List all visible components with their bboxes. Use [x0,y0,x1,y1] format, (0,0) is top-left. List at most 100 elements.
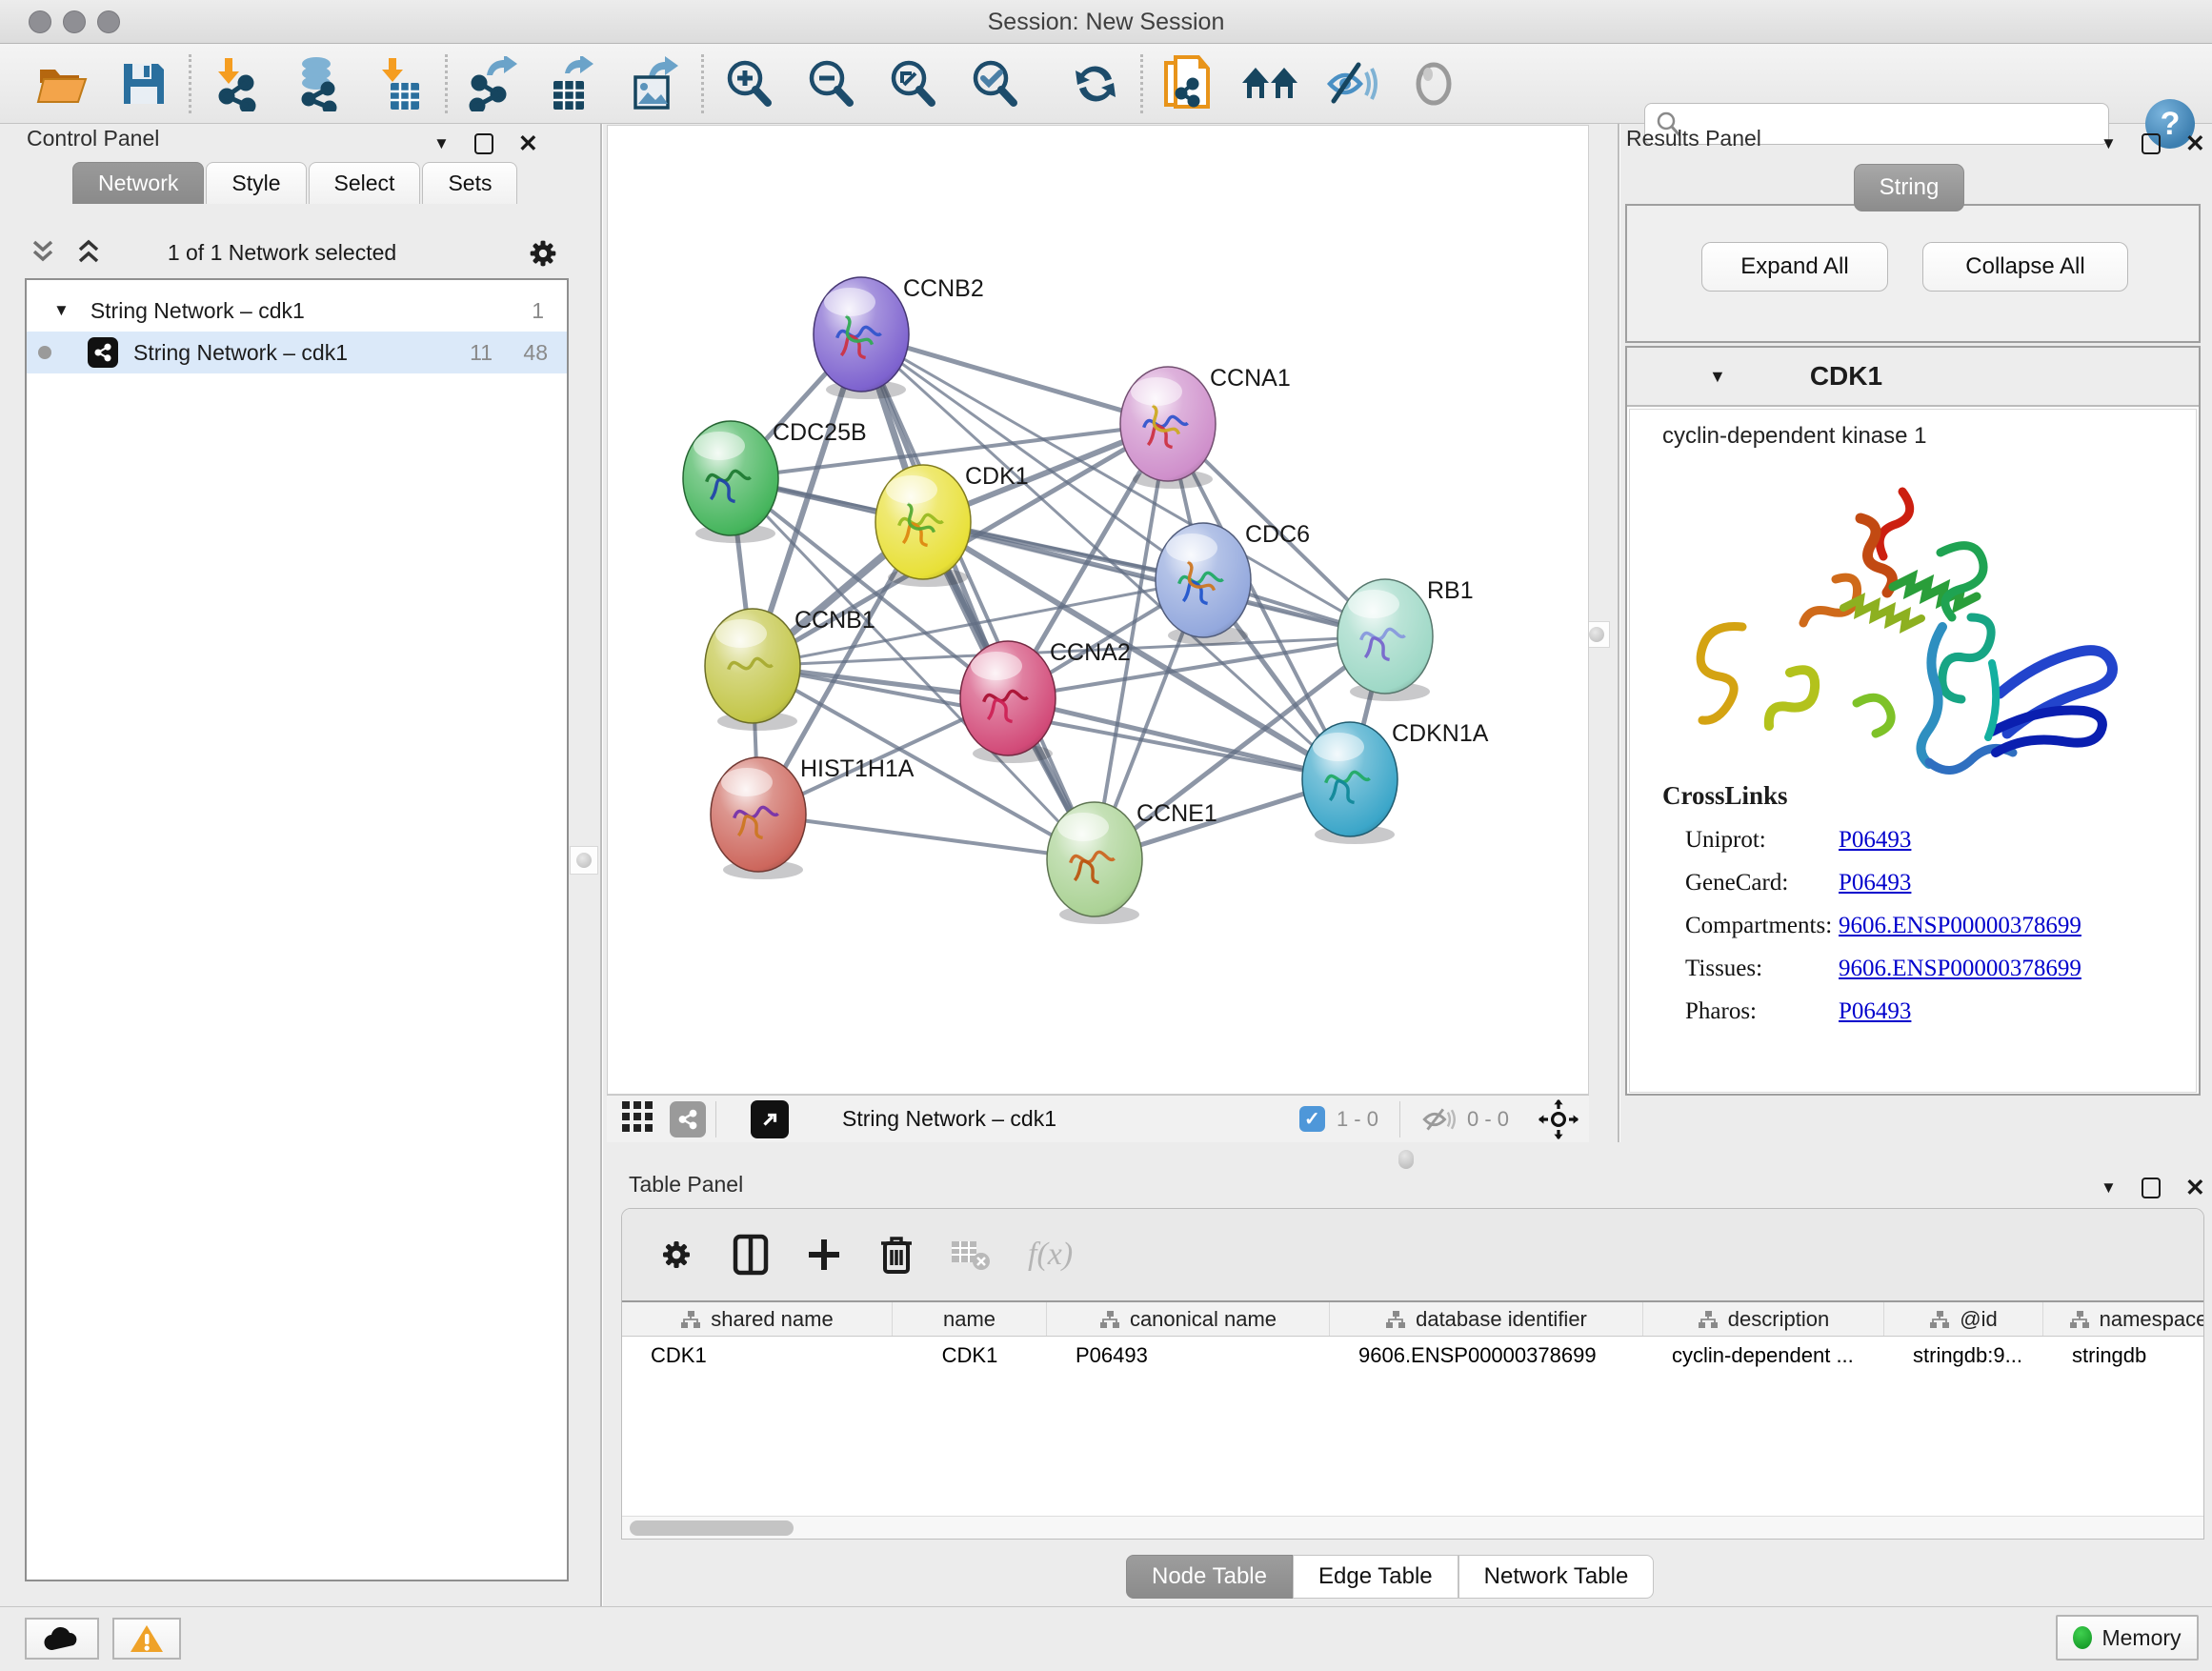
selected-nodes-checkbox[interactable]: ✓ [1299,1106,1325,1132]
right-panel-divider[interactable] [1618,124,1620,1142]
results-tab-string[interactable]: String [1854,164,1964,211]
edge-HIST1H1A-CCNE1[interactable] [758,815,1095,859]
birdseye-view-button[interactable] [751,1100,789,1138]
zoom-out-button[interactable] [790,50,872,118]
collapse-all-icon[interactable] [29,236,57,267]
export-image-button[interactable] [615,50,697,118]
memory-button[interactable]: Memory [2056,1615,2199,1661]
show-columns-icon[interactable] [733,1234,769,1276]
network-tree-child-row[interactable]: String Network – cdk1 11 48 [27,332,567,373]
network-node-CDKN1A[interactable]: CDKN1A [1302,720,1489,844]
refresh-icon [1070,58,1121,110]
panel-menu-icon[interactable]: ▼ [2101,1178,2117,1198]
import-network-from-database-button[interactable] [277,50,359,118]
string-network-graph[interactable]: CCNB2CCNA1CDC25BCDK1CDC6RB1CCNB1CCNA2CDK… [608,126,1588,1094]
network-node-HIST1H1A[interactable]: HIST1H1A [711,755,915,879]
table-hscrollbar[interactable] [622,1516,2203,1539]
scrollbar-thumb[interactable] [630,1520,794,1536]
tab-network[interactable]: Network [72,162,204,204]
network-tree-root-row[interactable]: ▼ String Network – cdk1 1 [27,290,567,332]
show-eye-button[interactable] [1393,50,1475,118]
panel-float-icon[interactable] [474,133,493,154]
table-cell[interactable]: CDK1 [893,1337,1047,1375]
panel-close-icon[interactable]: ✕ [2185,1174,2205,1202]
network-from-file-button[interactable] [1147,50,1229,118]
tab-style[interactable]: Style [206,162,306,204]
column-header-database-identifier[interactable]: database identifier [1330,1302,1643,1336]
panel-float-icon[interactable] [2142,1178,2161,1198]
hide-panels-button[interactable] [1311,50,1393,118]
refresh-view-button[interactable] [1055,50,1136,118]
tree-expand-arrow-icon[interactable]: ▼ [53,301,70,320]
pan-crosshair-icon[interactable] [1538,1098,1579,1140]
toolbar-separator [1399,1101,1400,1137]
left-divider-collapse-handle[interactable] [570,846,598,875]
import-table-button[interactable] [359,50,441,118]
node-label-CDC25B: CDC25B [773,419,867,446]
crosslink-link[interactable]: 9606.ENSP00000378699 [1839,913,2081,939]
table-cell[interactable]: 9606.ENSP00000378699 [1330,1337,1643,1375]
save-session-button[interactable] [103,50,185,118]
export-network-button[interactable] [452,50,533,118]
crosslink-link[interactable]: 9606.ENSP00000378699 [1839,956,2081,982]
crosslink-link[interactable]: P06493 [1839,998,1911,1025]
expand-all-button[interactable]: Expand All [1701,242,1888,292]
delete-column-icon[interactable] [879,1234,914,1276]
network-node-CDC6[interactable]: CDC6 [1156,521,1310,645]
panel-close-icon[interactable]: ✕ [518,130,538,158]
column-header-shared-name[interactable]: shared name [622,1302,893,1336]
column-header-canonical-name[interactable]: canonical name [1047,1302,1330,1336]
tab-sets[interactable]: Sets [422,162,517,204]
import-network-button[interactable] [195,50,277,118]
tab-network-table[interactable]: Network Table [1458,1555,1655,1599]
collapse-all-button[interactable]: Collapse All [1922,242,2128,292]
network-node-CCNA1[interactable]: CCNA1 [1120,365,1291,489]
table-cell[interactable]: stringdb [2043,1337,2204,1375]
column-header--id[interactable]: @id [1884,1302,2043,1336]
network-canvas[interactable]: CCNB2CCNA1CDC25BCDK1CDC6RB1CCNB1CCNA2CDK… [607,125,1589,1095]
gear-icon[interactable] [656,1235,696,1275]
column-header-label: @id [1960,1307,1997,1332]
left-panel-divider[interactable] [600,124,603,1606]
cloud-status-button[interactable] [25,1618,99,1660]
network-node-CCNB1[interactable]: CCNB1 [705,607,875,731]
open-session-button[interactable] [21,50,103,118]
zoom-selected-button[interactable] [954,50,1036,118]
zoom-in-button[interactable] [708,50,790,118]
table-cell[interactable]: cyclin-dependent ... [1643,1337,1884,1375]
expand-all-icon[interactable] [74,236,103,267]
column-header-description[interactable]: description [1643,1302,1884,1336]
column-header-namespace[interactable]: namespace [2043,1302,2204,1336]
warning-status-button[interactable] [112,1618,181,1660]
zoom-fit-button[interactable] [872,50,954,118]
export-table-button[interactable] [533,50,615,118]
tab-node-table[interactable]: Node Table [1126,1555,1293,1599]
crosslink-link[interactable]: P06493 [1839,827,1911,854]
tab-edge-table[interactable]: Edge Table [1293,1555,1458,1599]
panel-menu-icon[interactable]: ▼ [433,134,450,153]
column-header-name[interactable]: name [893,1302,1047,1336]
table-cell[interactable]: CDK1 [622,1337,893,1375]
horizontal-divider-handle[interactable] [1398,1150,1414,1169]
network-node-CCNB2[interactable]: CCNB2 [814,275,984,399]
network-node-RB1[interactable]: RB1 [1337,577,1474,701]
network-share-button[interactable] [670,1101,706,1137]
network-node-CCNE1[interactable]: CCNE1 [1047,800,1217,924]
panel-float-icon[interactable] [2142,133,2161,154]
table-row[interactable]: CDK1CDK1P064939606.ENSP00000378699cyclin… [622,1337,2203,1375]
table-cell[interactable]: P06493 [1047,1337,1330,1375]
network-node-CDK1[interactable]: CDK1 [875,463,1029,587]
window-title: Session: New Session [0,9,2212,36]
table-cell[interactable]: stringdb:9... [1884,1337,2043,1375]
network-options-gear[interactable] [524,234,562,277]
grid-view-button[interactable] [620,1099,654,1138]
add-column-icon[interactable] [805,1236,843,1274]
panel-menu-icon[interactable]: ▼ [2101,134,2117,153]
hidden-eye-icon[interactable] [1421,1105,1456,1134]
protein-section-header[interactable]: ▼ CDK1 [1627,348,2199,407]
section-collapse-arrow-icon[interactable]: ▼ [1709,367,1726,387]
tab-select[interactable]: Select [309,162,421,204]
home-button[interactable] [1229,50,1311,118]
panel-close-icon[interactable]: ✕ [2185,130,2205,158]
crosslink-link[interactable]: P06493 [1839,870,1911,896]
